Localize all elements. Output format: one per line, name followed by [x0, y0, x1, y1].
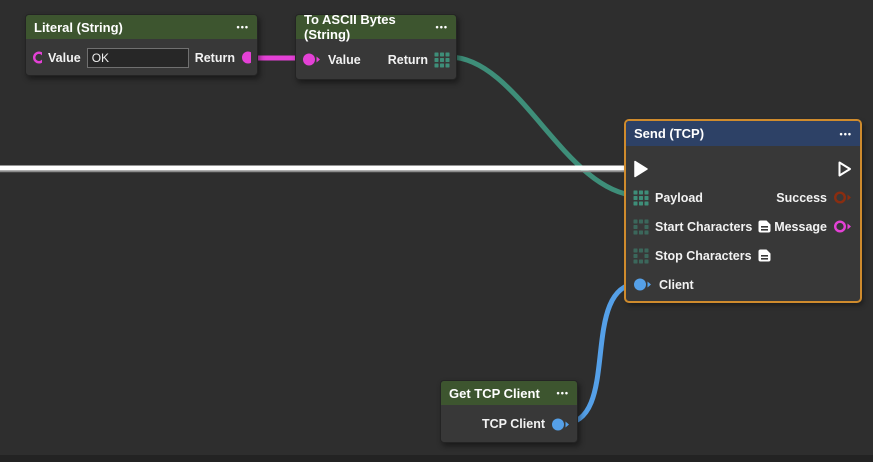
node-to-ascii-header[interactable]: To ASCII Bytes (String) •••: [296, 15, 456, 39]
return-label: Return: [388, 53, 428, 67]
node-get-tcp-client-title: Get TCP Client: [449, 386, 540, 401]
document-icon[interactable]: [758, 220, 771, 233]
client-label: Client: [659, 278, 694, 292]
port-payload-array-icon[interactable]: [633, 190, 649, 206]
node-menu-icon[interactable]: •••: [557, 381, 569, 405]
value-input[interactable]: [87, 48, 189, 68]
port-stop-characters-array-icon[interactable]: [633, 248, 649, 264]
node-menu-icon[interactable]: •••: [436, 15, 448, 39]
port-success-output-icon[interactable]: [833, 190, 853, 205]
return-label: Return: [195, 51, 235, 65]
node-send-tcp-header[interactable]: Send (TCP) •••: [626, 121, 860, 146]
port-tcp-client-output-icon[interactable]: [551, 417, 571, 432]
success-label: Success: [776, 191, 827, 205]
port-message-output-icon[interactable]: [833, 219, 853, 234]
message-label: Message: [774, 220, 827, 234]
value-label: Value: [48, 51, 81, 65]
port-value-input-icon[interactable]: [32, 50, 42, 65]
document-icon[interactable]: [758, 249, 771, 262]
node-get-tcp-client[interactable]: Get TCP Client ••• TCP Client: [440, 380, 578, 443]
canvas-bottom-edge: [0, 455, 873, 462]
node-menu-icon[interactable]: •••: [840, 122, 852, 146]
stop-characters-label: Stop Characters: [655, 249, 752, 263]
node-get-tcp-client-header[interactable]: Get TCP Client •••: [441, 381, 577, 405]
node-editor-canvas[interactable]: Literal (String) ••• Value Return To ASC…: [0, 0, 873, 462]
exec-output-icon[interactable]: [837, 160, 853, 178]
port-return-output-icon[interactable]: [241, 50, 251, 65]
node-to-ascii-title: To ASCII Bytes (String): [304, 12, 436, 42]
port-value-input-icon[interactable]: [302, 52, 322, 67]
node-to-ascii-bytes[interactable]: To ASCII Bytes (String) ••• Value Return: [295, 14, 457, 80]
port-return-array-icon[interactable]: [434, 52, 450, 68]
node-send-tcp-title: Send (TCP): [634, 126, 704, 141]
tcp-client-label: TCP Client: [482, 417, 545, 431]
node-literal-header[interactable]: Literal (String) •••: [26, 15, 257, 39]
start-characters-label: Start Characters: [655, 220, 752, 234]
node-menu-icon[interactable]: •••: [237, 15, 249, 39]
payload-label: Payload: [655, 191, 703, 205]
port-client-input-icon[interactable]: [633, 277, 653, 292]
node-literal-string[interactable]: Literal (String) ••• Value Return: [25, 14, 258, 76]
node-send-tcp[interactable]: Send (TCP) •••: [625, 120, 861, 302]
port-start-characters-array-icon[interactable]: [633, 219, 649, 235]
wire-ascii-to-payload[interactable]: [449, 57, 641, 196]
node-literal-title: Literal (String): [34, 20, 123, 35]
exec-input-icon[interactable]: [633, 160, 649, 178]
value-label: Value: [328, 53, 361, 67]
